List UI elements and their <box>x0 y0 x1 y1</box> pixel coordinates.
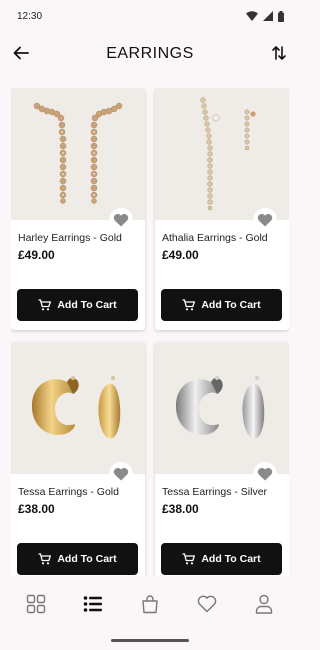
grid-view-icon <box>27 594 46 614</box>
home-indicator[interactable] <box>111 639 189 642</box>
status-bar: 12:30 <box>0 0 300 32</box>
product-price: £49.00 <box>162 248 199 262</box>
product-card[interactable]: Harley Earrings - Gold £49.00 Add To Car… <box>11 88 145 330</box>
add-to-cart-button[interactable]: Add To Cart <box>161 543 282 575</box>
battery-icon <box>278 10 284 22</box>
person-icon <box>255 594 272 614</box>
bottom-nav <box>0 576 300 632</box>
product-price: £38.00 <box>162 502 199 516</box>
list-view-icon <box>83 596 103 612</box>
product-grid: Harley Earrings - Gold £49.00 Add To Car… <box>11 88 289 576</box>
add-to-cart-label: Add To Cart <box>201 299 261 311</box>
heart-icon <box>197 595 217 613</box>
shopping-bag-icon <box>142 595 158 614</box>
cart-icon <box>182 299 196 311</box>
favorite-button[interactable] <box>253 208 277 232</box>
favorite-button[interactable] <box>109 462 133 486</box>
product-card[interactable]: Athalia Earrings - Gold £49.00 Add To Ca… <box>155 88 289 330</box>
heart-icon <box>257 467 273 481</box>
product-price: £49.00 <box>18 248 55 262</box>
product-price: £38.00 <box>18 502 55 516</box>
signal-icon <box>263 11 273 21</box>
product-image[interactable] <box>11 88 145 220</box>
add-to-cart-button[interactable]: Add To Cart <box>161 289 282 321</box>
status-time: 12:30 <box>17 10 43 22</box>
nav-profile[interactable] <box>252 592 276 616</box>
product-image[interactable] <box>155 88 289 220</box>
product-name[interactable]: Harley Earrings - Gold <box>18 232 122 244</box>
nav-grid-view[interactable] <box>24 592 48 616</box>
heart-icon <box>113 467 129 481</box>
add-to-cart-label: Add To Cart <box>57 299 117 311</box>
wifi-icon <box>246 11 258 21</box>
product-card[interactable]: Tessa Earrings - Silver £38.00 Add To Ca… <box>155 342 289 576</box>
nav-list-view[interactable] <box>81 592 105 616</box>
add-to-cart-button[interactable]: Add To Cart <box>17 289 138 321</box>
app-bar: EARRINGS <box>0 32 300 76</box>
heart-icon <box>257 213 273 227</box>
product-name[interactable]: Tessa Earrings - Silver <box>162 486 267 498</box>
product-name[interactable]: Athalia Earrings - Gold <box>162 232 268 244</box>
arrow-back-icon[interactable] <box>10 42 32 64</box>
add-to-cart-label: Add To Cart <box>57 553 117 565</box>
cart-icon <box>38 299 52 311</box>
cart-icon <box>182 553 196 565</box>
favorite-button[interactable] <box>253 462 277 486</box>
nav-favorites[interactable] <box>195 592 219 616</box>
add-to-cart-label: Add To Cart <box>201 553 261 565</box>
product-image[interactable] <box>11 342 145 474</box>
cart-icon <box>38 553 52 565</box>
product-image[interactable] <box>155 342 289 474</box>
heart-icon <box>113 213 129 227</box>
favorite-button[interactable] <box>109 208 133 232</box>
sort-icon[interactable] <box>270 43 288 63</box>
nav-bag[interactable] <box>138 592 162 616</box>
status-icons <box>246 10 284 22</box>
add-to-cart-button[interactable]: Add To Cart <box>17 543 138 575</box>
product-name[interactable]: Tessa Earrings - Gold <box>18 486 119 498</box>
page-title: EARRINGS <box>106 45 194 62</box>
product-card[interactable]: Tessa Earrings - Gold £38.00 Add To Cart <box>11 342 145 576</box>
